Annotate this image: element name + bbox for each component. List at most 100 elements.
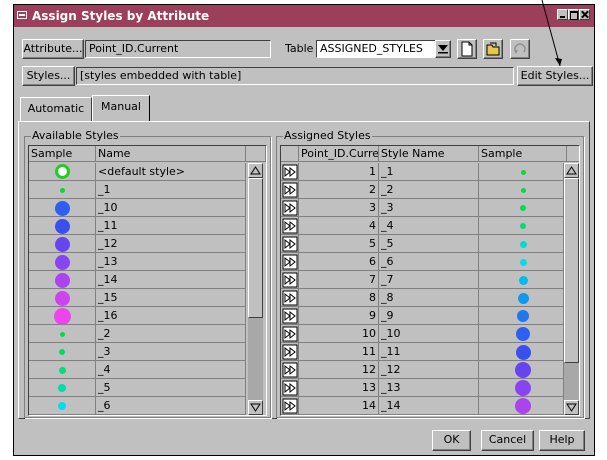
attribute-button[interactable]: Attribute... [22,39,84,59]
available-styles-title: Available Styles [31,129,120,143]
scroll-up-arrow[interactable] [564,163,579,178]
unassign-button[interactable] [281,307,299,325]
unassign-button[interactable] [281,325,299,343]
style-name-cell: _16 [96,307,246,325]
table-row[interactable]: 5 _5 [281,235,564,253]
unassign-button[interactable] [281,199,299,217]
close-button[interactable] [579,9,590,20]
unassign-button[interactable] [281,271,299,289]
unassign-button[interactable] [281,397,299,415]
style-name-cell: _11 [96,217,246,235]
column-header-sample[interactable]: Sample [479,146,567,162]
table-row[interactable]: _12 [29,235,248,253]
fast-forward-icon [282,164,298,180]
style-name-cell: _1 [379,163,479,181]
table-row[interactable]: 1 _1 [281,163,564,181]
table-row[interactable]: _11 [29,217,248,235]
table-row[interactable]: 7 _7 [281,271,564,289]
column-header-style-name[interactable]: Style Name [379,146,479,162]
table-row[interactable]: _14 [29,271,248,289]
column-header-sample[interactable]: Sample [29,146,96,162]
table-row[interactable]: 4 _4 [281,217,564,235]
sample-cell [479,379,564,397]
table-row[interactable]: _10 [29,199,248,217]
table-row[interactable]: 12 _12 [281,361,564,379]
new-table-button[interactable] [457,39,477,59]
point-id-cell: 11 [299,343,379,361]
table-row[interactable]: _16 [29,307,248,325]
fast-forward-icon [282,236,298,252]
sample-cell [479,397,564,415]
table-row[interactable]: 13 _13 [281,379,564,397]
unassign-button[interactable] [281,289,299,307]
available-styles-scrollbar[interactable] [248,163,263,415]
cancel-button[interactable]: Cancel [481,430,534,451]
styles-button[interactable]: Styles... [22,66,75,86]
scroll-down-arrow[interactable] [564,400,579,415]
table-row[interactable]: <default style> [29,163,248,181]
table-row[interactable]: 10 _10 [281,325,564,343]
undo-button[interactable] [510,39,530,59]
table-row[interactable]: _13 [29,253,248,271]
open-table-button[interactable] [483,39,503,59]
unassign-button[interactable] [281,343,299,361]
table-row[interactable]: 11 _11 [281,343,564,361]
scroll-down-arrow[interactable] [248,400,263,415]
assigned-styles-scrollbar[interactable] [564,163,579,415]
assign-styles-dialog: Assign Styles by Attribute Attribute... … [13,4,595,456]
table-row[interactable]: 9 _9 [281,307,564,325]
scroll-up-arrow[interactable] [248,163,263,178]
sample-cell [479,271,564,289]
table-select[interactable]: ASSIGNED_STYLES [316,40,436,58]
fast-forward-icon [282,290,298,306]
fast-forward-icon [282,200,298,216]
table-row[interactable]: 6 _6 [281,253,564,271]
window-menu-icon[interactable] [17,11,27,19]
edit-styles-button[interactable]: Edit Styles... [517,66,593,86]
style-name-cell: <default style> [96,163,246,181]
table-row[interactable]: 8 _8 [281,289,564,307]
column-header-point-id[interactable]: Point_ID.Current [299,146,379,162]
table-row[interactable]: 14 _14 [281,397,564,415]
style-sample-dot [517,292,529,304]
tab-manual[interactable]: Manual [92,95,150,121]
tab-automatic[interactable]: Automatic [20,97,92,121]
column-header-name[interactable]: Name [96,146,246,162]
maximize-button[interactable] [568,9,579,20]
point-id-cell: 5 [299,235,379,253]
unassign-button[interactable] [281,235,299,253]
style-name-cell: _5 [96,379,246,397]
fast-forward-icon [282,380,298,396]
unassign-button[interactable] [281,361,299,379]
unassign-button[interactable] [281,163,299,181]
help-button[interactable]: Help [539,430,585,451]
table-row[interactable]: 2 _2 [281,181,564,199]
open-folder-icon [486,42,500,56]
table-row[interactable]: 3 _3 [281,199,564,217]
table-dropdown-button[interactable] [435,40,451,58]
sample-cell [29,397,96,415]
table-row[interactable]: _5 [29,379,248,397]
sample-cell [29,325,96,343]
unassign-button[interactable] [281,217,299,235]
table-row[interactable]: _2 [29,325,248,343]
unassign-button[interactable] [281,379,299,397]
undo-icon [514,43,526,54]
scroll-thumb[interactable] [564,178,579,363]
table-row[interactable]: _6 [29,397,248,415]
table-row[interactable]: _3 [29,343,248,361]
minimize-button[interactable] [557,9,568,20]
sample-cell [29,343,96,361]
table-row[interactable]: _4 [29,361,248,379]
ok-button[interactable]: OK [432,430,471,451]
sample-cell [479,199,564,217]
point-id-cell: 7 [299,271,379,289]
style-sample-dot [517,310,529,322]
unassign-button[interactable] [281,181,299,199]
table-row[interactable]: _15 [29,289,248,307]
scroll-thumb[interactable] [248,178,263,318]
title-bar[interactable]: Assign Styles by Attribute [14,5,594,27]
table-select-value: ASSIGNED_STYLES [320,42,423,55]
unassign-button[interactable] [281,253,299,271]
table-row[interactable]: _1 [29,181,248,199]
